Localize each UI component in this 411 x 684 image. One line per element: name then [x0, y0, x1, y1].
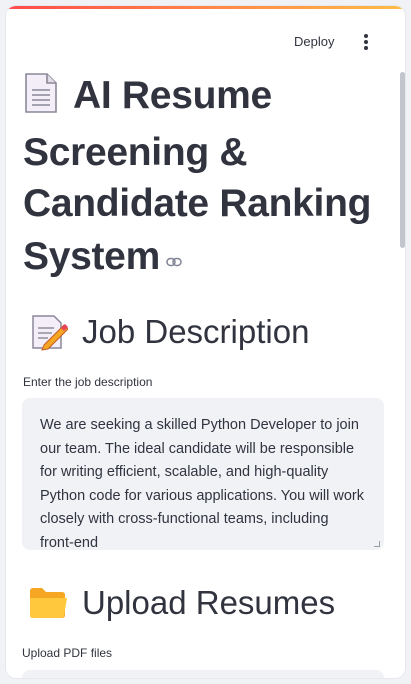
decoration-bar	[6, 6, 405, 9]
page-title-text: AI Resume Screening & Candidate Ranking …	[23, 74, 372, 278]
deploy-button[interactable]: Deploy	[294, 34, 334, 49]
folder-icon	[28, 586, 68, 620]
link-icon[interactable]	[166, 229, 182, 280]
file-uploader-dropzone[interactable]	[22, 670, 384, 678]
job-description-textarea[interactable]: We are seeking a skilled Python Develope…	[22, 398, 384, 550]
scrollbar[interactable]	[400, 72, 405, 248]
job-description-heading: Job Description	[30, 313, 309, 351]
upload-pdf-label: Upload PDF files	[22, 646, 113, 660]
job-description-text: We are seeking a skilled Python Develope…	[40, 417, 365, 550]
page-title: AI Resume Screening & Candidate Ranking …	[23, 70, 393, 282]
kebab-menu-icon[interactable]	[358, 34, 374, 54]
main-content: AI Resume Screening & Candidate Ranking …	[23, 70, 393, 282]
upload-resumes-heading: Upload Resumes	[28, 584, 335, 622]
document-icon	[23, 72, 59, 127]
app-header: Deploy	[6, 28, 405, 60]
memo-pencil-icon	[30, 313, 68, 351]
upload-resumes-heading-text: Upload Resumes	[82, 584, 336, 621]
job-description-label: Enter the job description	[23, 375, 153, 389]
resize-handle[interactable]	[374, 541, 380, 547]
app-window: Deploy AI Resume Screening & Candidate R…	[6, 6, 405, 678]
job-description-heading-text: Job Description	[82, 313, 310, 350]
